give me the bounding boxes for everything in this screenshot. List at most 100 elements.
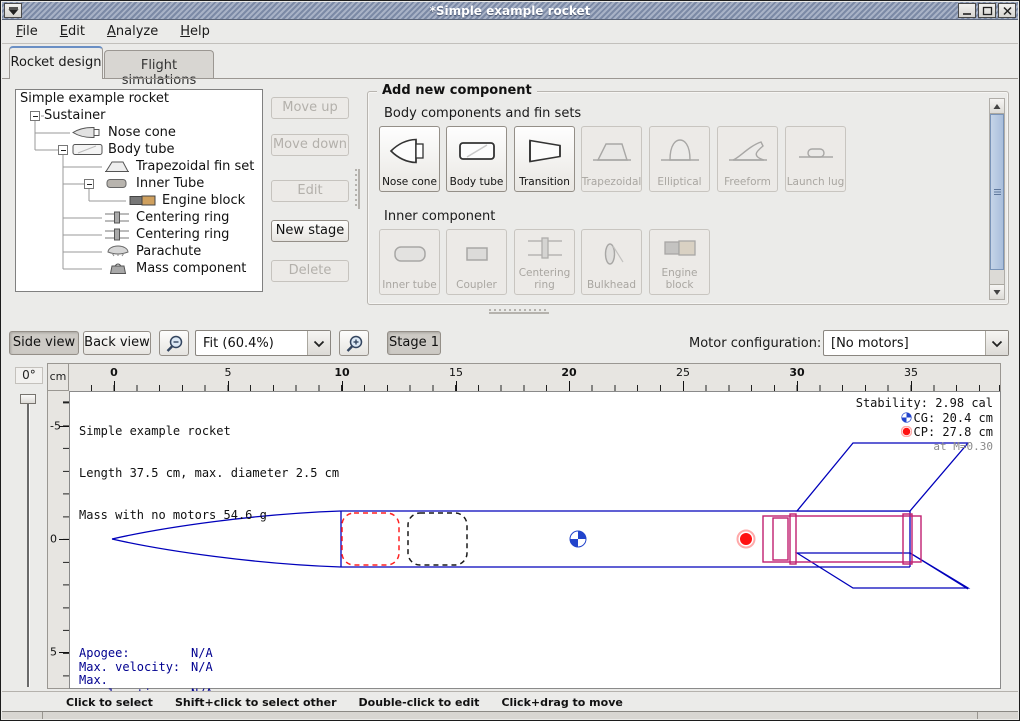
add-centering-ring-button[interactable]: Centering ring [514,229,575,295]
collapse-expander-icon[interactable] [30,111,40,121]
freeform-fin-icon [718,127,777,176]
tree-label-trapezoidal-fin-set: Trapezoidal fin set [136,159,254,174]
zoom-out-button[interactable] [159,330,189,356]
horizontal-ruler: 0 5 10 15 20 25 30 35 [69,363,1001,391]
collapse-expander-icon[interactable] [58,145,68,155]
tree-row-centering-ring-1[interactable]: Centering ring [16,210,262,226]
stability-value: Stability: 2.98 cal [856,396,993,411]
nose-cone-icon [380,127,439,176]
scrollbar-thumb[interactable] [990,114,1004,270]
add-body-tube-button[interactable]: Body tube [446,126,507,192]
horizontal-splitter[interactable] [489,309,549,311]
tree-row-sustainer[interactable]: Sustainer [16,108,262,124]
tree-row-mass-component[interactable]: Mass component [16,261,262,277]
motor-configuration-select[interactable]: [No motors] [823,330,1009,356]
add-inner-tube-button[interactable]: Inner tube [379,229,440,295]
body-tube-outline[interactable] [341,511,910,567]
add-component-panel: Body components and fin sets Nose cone B… [367,91,1009,305]
move-up-button[interactable]: Move up [271,97,349,119]
tree-row-parachute[interactable]: Parachute [16,244,262,260]
zoom-level-select[interactable]: Fit (60.4%) [195,330,331,356]
close-button[interactable] [998,3,1016,18]
menu-edit[interactable]: Edit [52,22,93,41]
delete-button[interactable]: Delete [271,260,349,282]
fin-bottom-outline[interactable] [797,553,968,589]
tree-row-body-tube[interactable]: Body tube [16,142,262,158]
menu-help[interactable]: Help [172,22,218,41]
cg-icon [901,412,912,423]
side-view-button[interactable]: Side view [9,331,79,355]
transition-icon [515,127,574,176]
tab-rocket-design[interactable]: Rocket design [9,46,103,79]
add-elliptical-fin-button[interactable]: Elliptical [649,126,710,192]
zoom-in-icon [345,334,365,354]
new-stage-button[interactable]: New stage [271,220,349,242]
status-bar: Click to select Shift+click to select ot… [2,691,1018,713]
vertical-ruler: -5 0 5 [47,391,69,689]
component-panel-scrollbar[interactable] [989,98,1005,300]
collapse-expander-icon[interactable] [84,179,94,189]
component-tree[interactable]: Simple example rocket Sustainer Nose con… [15,89,263,292]
add-bulkhead-button[interactable]: Bulkhead [581,229,642,295]
tree-row-trapezoidal-fin-set[interactable]: Trapezoidal fin set [16,159,262,175]
maximize-button[interactable] [978,3,996,18]
inner-component-section-label: Inner component [384,209,495,224]
tree-label-sustainer: Sustainer [44,108,106,123]
tab-flight-simulations[interactable]: Flight simulations [104,50,214,79]
scroll-up-arrow-icon[interactable] [990,99,1004,114]
cp-value: CP: 27.8 cm [914,425,993,439]
zoom-level-value: Fit (60.4%) [203,336,274,351]
tree-label-centering-ring: Centering ring [136,227,229,242]
dropdown-arrow[interactable] [985,331,1008,355]
mass-component-outline[interactable] [408,513,467,565]
inner-tube-outline[interactable] [763,514,921,564]
inner-tube-icon [106,177,128,194]
add-freeform-fin-button[interactable]: Freeform [717,126,778,192]
mass-component-icon [108,262,128,279]
cp-marker [738,531,755,548]
motor-configuration-label: Motor configuration: [689,336,821,351]
rotation-angle-label: 0° [15,367,43,384]
max-velocity-value: N/A [191,660,213,674]
back-view-button[interactable]: Back view [83,331,151,355]
minimize-button[interactable] [958,3,976,18]
rocket-design-canvas[interactable]: Simple example rocket Length 37.5 cm, ma… [69,391,1001,689]
add-nose-cone-button[interactable]: Nose cone [379,126,440,192]
dropdown-arrow[interactable] [307,331,330,355]
add-trapezoidal-fin-button[interactable]: Trapezoidal [581,126,642,192]
tree-row-centering-ring-2[interactable]: Centering ring [16,227,262,243]
add-transition-button[interactable]: Transition [514,126,575,192]
tree-row-engine-block[interactable]: Engine block [16,193,262,209]
menu-analyze[interactable]: Analyze [99,22,166,41]
menu-file[interactable]: File [8,22,46,41]
scroll-down-arrow-icon[interactable] [990,284,1004,299]
maximize-icon [981,5,994,17]
add-engine-block-button[interactable]: Engine block [649,229,710,295]
tree-row-inner-tube[interactable]: Inner Tube [16,176,262,192]
add-launch-lug-button[interactable]: Launch lug [785,126,846,192]
chevron-down-icon [991,340,1003,348]
coupler-icon [447,230,506,279]
add-coupler-button[interactable]: Coupler [446,229,507,295]
parachute-outline[interactable] [342,513,399,565]
body-components-section-label: Body components and fin sets [384,106,581,121]
stability-info: Stability: 2.98 cal CG: 20.4 cm CP: 27.8… [856,396,993,454]
body-tube-icon [72,143,104,160]
move-down-button[interactable]: Move down [271,134,349,156]
tab-bar: Rocket design Flight simulations [2,44,1018,79]
rotation-slider-track[interactable] [27,401,29,687]
menu-bar: File Edit Analyze Help [2,20,1018,44]
zoom-in-button[interactable] [339,330,369,356]
tree-row-rocket[interactable]: Simple example rocket [16,91,262,107]
stage-1-toggle-button[interactable]: Stage 1 [387,331,441,355]
vertical-splitter[interactable] [355,169,357,209]
launch-lug-icon [786,127,845,176]
engine-block-icon [650,230,709,267]
tree-row-nose-cone[interactable]: Nose cone [16,125,262,141]
window-resize-edge[interactable] [2,711,1018,719]
hint-click-select: Click to select [66,696,153,709]
add-component-title: Add new component [377,83,537,98]
edit-button[interactable]: Edit [271,180,349,202]
rotation-slider-thumb[interactable] [20,394,36,404]
tree-label-body-tube: Body tube [108,142,175,157]
